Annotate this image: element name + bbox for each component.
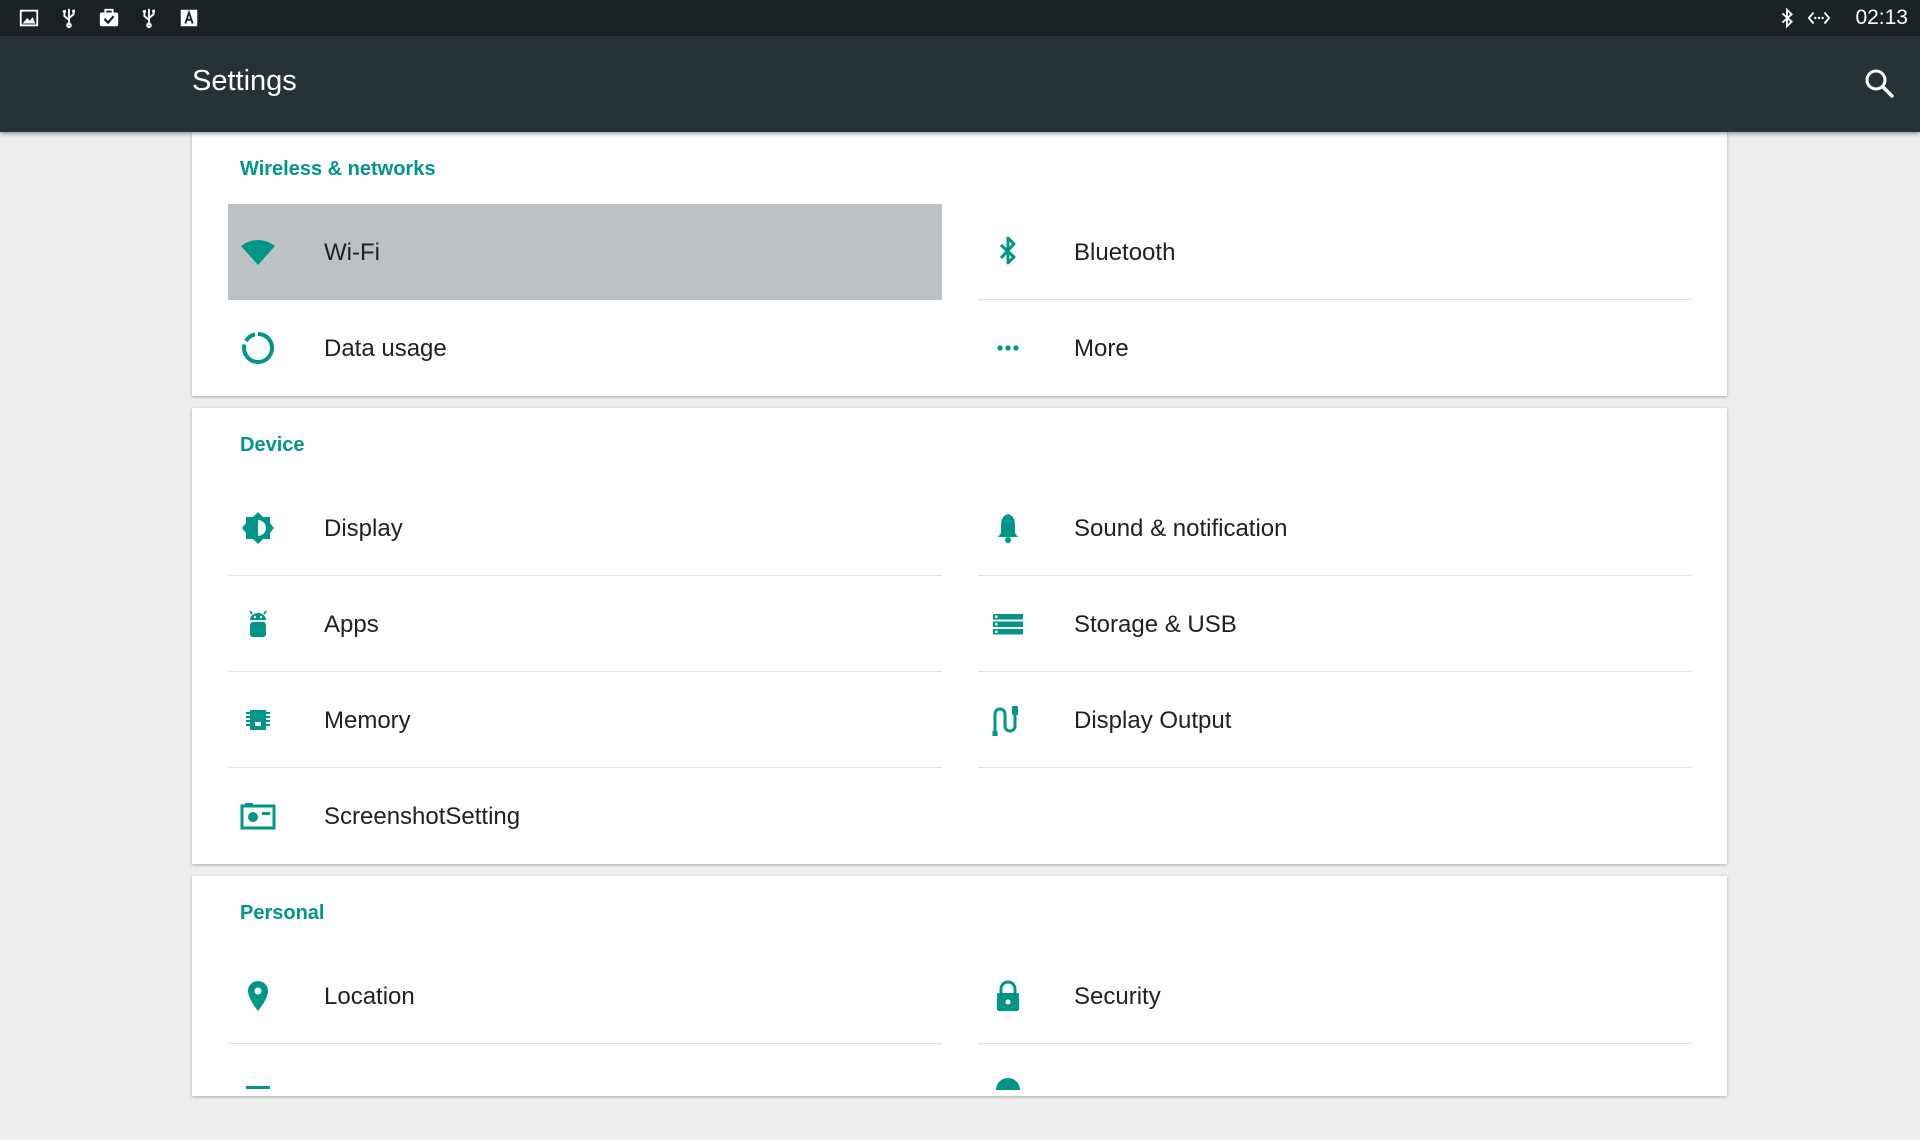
android-icon [249,610,267,637]
memory-chip-icon [246,710,270,730]
setting-item-apps[interactable]: Apps [228,576,942,672]
keyboard-a-icon [180,9,198,27]
setting-item-data-usage[interactable]: Data usage [228,300,942,396]
setting-item-label: Memory [324,707,411,734]
setting-item-label: Display Output [1074,707,1232,734]
data-usage-icon [242,331,275,364]
setting-item-label: Location [324,983,415,1010]
lock-icon [997,980,1019,1011]
bluetooth-icon [1781,7,1793,29]
search-button[interactable] [1858,62,1902,106]
search-icon [1865,69,1894,98]
status-bar: 02:13 [0,0,1920,36]
section-header: Device [240,434,305,456]
more-dots-icon [997,345,1019,351]
setting-item-wifi[interactable]: Wi-Fi [228,204,942,300]
storage-icon [993,614,1023,635]
section-header: Wireless & networks [240,158,436,180]
setting-item-storage-usb[interactable]: Storage & USB [978,576,1692,672]
brightness-icon [242,512,274,544]
app-bar: Settings [0,36,1920,132]
location-pin-icon [248,981,268,1011]
page-title: Settings [192,65,297,97]
usb-icon [142,8,155,29]
code-arrows-icon [1807,11,1831,25]
setting-item-label: Wi-Fi [324,239,380,266]
setting-item-label: Data usage [324,335,447,362]
section-header: Personal [240,902,325,924]
setting-item-screenshot-setting[interactable]: ScreenshotSetting [228,768,942,864]
setting-item-label: ScreenshotSetting [324,803,521,830]
briefcase-check-icon [99,8,119,27]
setting-item-label: Bluetooth [1074,239,1176,266]
bluetooth-icon [999,236,1016,265]
image-icon [19,9,39,27]
setting-item-security[interactable]: Security [978,948,1692,1044]
screenshot-icon [240,803,276,830]
bell-icon [998,514,1018,543]
usb-icon [62,8,75,29]
setting-item-location[interactable]: Location [228,948,942,1044]
setting-item-label: Apps [324,611,379,638]
setting-item-bluetooth[interactable]: Bluetooth [978,204,1692,300]
wifi-icon [241,240,275,265]
setting-item-label: Display [324,515,403,542]
setting-item-label: Sound & notification [1074,515,1288,542]
status-time: 02:13 [1855,6,1908,29]
setting-item-label: More [1074,335,1129,362]
setting-item-more[interactable]: More [978,300,1692,396]
setting-item-display-output[interactable]: Display Output [978,672,1692,768]
account-icon [246,1086,270,1089]
setting-item-memory[interactable]: Memory [228,672,942,768]
card-personal: Personal Location Security [192,876,1727,1096]
language-icon [996,1078,1020,1090]
setting-item-partial[interactable] [228,1044,942,1140]
setting-item-display[interactable]: Display [228,480,942,576]
setting-item-label: Security [1074,983,1161,1010]
cable-icon [992,706,1018,736]
card-wireless-networks: Wireless & networks Wi-Fi Bluetooth Data… [192,132,1727,396]
card-device: Device Display Sound & notification Apps [192,408,1727,864]
setting-item-sound-notification[interactable]: Sound & notification [978,480,1692,576]
setting-item-partial[interactable] [978,1044,1692,1140]
setting-item-label: Storage & USB [1074,611,1237,638]
